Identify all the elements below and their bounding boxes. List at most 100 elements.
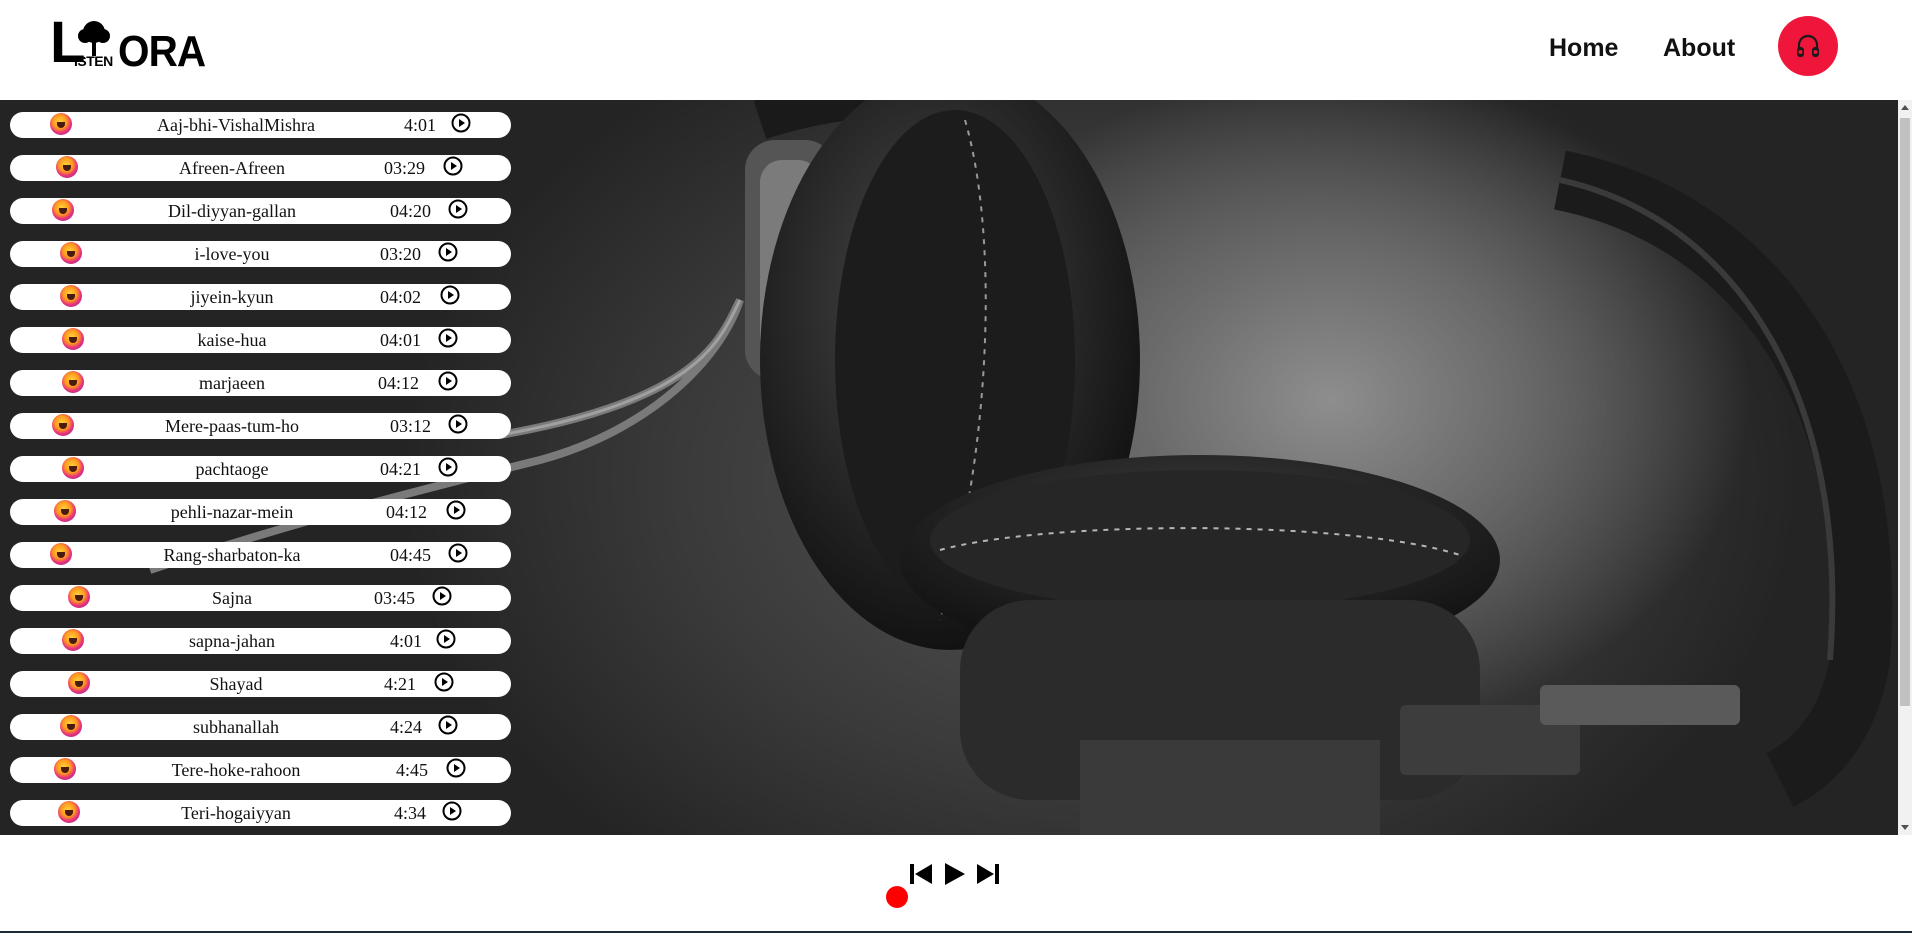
play-icon[interactable]: [941, 860, 967, 888]
playlist-item[interactable]: subhanallah 4:24: [10, 714, 511, 740]
scrollbar[interactable]: [1898, 100, 1912, 835]
song-cover-image: [54, 500, 76, 522]
listenora-logo[interactable]: L ISTEN ORA: [50, 14, 206, 76]
hero-section: Aaj-bhi-VishalMishra 4:01 Afreen-Afreen 03:…: [0, 100, 1898, 835]
song-duration: 04:12: [378, 373, 420, 393]
previous-track-icon[interactable]: [908, 860, 934, 888]
song-duration: 4:34: [394, 803, 427, 823]
playlist-item[interactable]: Teri-hogaiyyan 4:34: [10, 800, 511, 826]
playlist-item[interactable]: Shayad 4:21: [10, 671, 511, 697]
play-circle-icon[interactable]: [438, 328, 458, 348]
play-circle-icon[interactable]: [440, 285, 460, 305]
play-circle-icon[interactable]: [446, 758, 466, 778]
scroll-up-arrow-icon[interactable]: [1901, 105, 1909, 110]
headphones-icon: [1797, 34, 1819, 57]
song-duration: 04:02: [380, 287, 422, 307]
song-cover-image: [52, 199, 74, 221]
song-name: Dil-diyyan-gallan: [168, 201, 296, 221]
song-cover-image: [60, 285, 82, 307]
playlist-item[interactable]: Afreen-Afreen 03:29: [10, 155, 511, 181]
playlist-item[interactable]: Sajna 03:45: [10, 585, 511, 611]
logo-ora: ORA: [118, 27, 206, 76]
song-duration: 4:01: [390, 631, 423, 651]
nav-home-link[interactable]: Home: [1549, 32, 1618, 64]
play-circle-icon[interactable]: [432, 586, 452, 606]
song-name: Sajna: [212, 588, 252, 608]
song-cover-image: [58, 801, 80, 823]
next-track-icon[interactable]: [975, 860, 1001, 888]
play-circle-icon[interactable]: [443, 156, 463, 176]
song-duration: 04:20: [390, 201, 432, 221]
song-name: subhanallah: [193, 717, 279, 737]
song-name: Afreen-Afreen: [179, 158, 285, 178]
playlist-item[interactable]: Rang-sharbaton-ka 04:45: [10, 542, 511, 568]
song-cover-image: [62, 457, 84, 479]
play-circle-icon[interactable]: [434, 672, 454, 692]
play-circle-icon[interactable]: [438, 457, 458, 477]
song-name: i-love-you: [194, 244, 270, 264]
playlist-item[interactable]: Aaj-bhi-VishalMishra 4:01: [10, 112, 511, 138]
song-name: Teri-hogaiyyan: [181, 803, 291, 823]
song-cover-image: [62, 371, 84, 393]
song-name: sapna-jahan: [189, 631, 275, 651]
playlist-item[interactable]: Tere-hoke-rahoon 4:45: [10, 757, 511, 783]
playlist-item[interactable]: pehli-nazar-mein 04:12: [10, 499, 511, 525]
playlist-item[interactable]: kaise-hua 04:01: [10, 327, 511, 353]
song-cover-image: [68, 586, 90, 608]
song-duration: 04:45: [390, 545, 432, 565]
song-cover-image: [68, 672, 90, 694]
play-circle-icon[interactable]: [436, 629, 456, 649]
playlist-item[interactable]: pachtaoge 04:21: [10, 456, 511, 482]
scroll-thumb[interactable]: [1900, 118, 1910, 706]
playlist-item[interactable]: jiyein-kyun 04:02: [10, 284, 511, 310]
song-duration: 03:12: [390, 416, 432, 436]
play-circle-icon[interactable]: [448, 543, 468, 563]
song-name: kaise-hua: [197, 330, 267, 350]
nav-about-link[interactable]: About: [1663, 32, 1735, 64]
song-duration: 03:20: [380, 244, 422, 264]
avatar[interactable]: [1778, 16, 1838, 76]
song-duration: 04:12: [386, 502, 428, 522]
song-duration: 4:45: [396, 760, 429, 780]
play-circle-icon[interactable]: [448, 414, 468, 434]
song-name: Aaj-bhi-VishalMishra: [157, 115, 315, 135]
song-name: Mere-paas-tum-ho: [165, 416, 299, 436]
song-name: Tere-hoke-rahoon: [171, 760, 301, 780]
navbar: L ISTEN ORA Home About: [0, 0, 1912, 100]
song-duration: 03:45: [374, 588, 416, 608]
tree-icon: [78, 21, 110, 56]
song-name: pehli-nazar-mein: [170, 502, 294, 522]
play-circle-icon[interactable]: [438, 371, 458, 391]
song-name: Shayad: [209, 674, 263, 694]
song-duration: 4:01: [404, 115, 437, 135]
song-duration: 04:21: [380, 459, 422, 479]
song-cover-image: [52, 414, 74, 436]
play-circle-icon[interactable]: [438, 715, 458, 735]
song-duration: 4:21: [384, 674, 417, 694]
song-duration: 4:24: [390, 717, 423, 737]
song-name: jiyein-kyun: [190, 287, 274, 307]
play-circle-icon[interactable]: [446, 500, 466, 520]
song-cover-image: [54, 758, 76, 780]
playlist-item[interactable]: Mere-paas-tum-ho 03:12: [10, 413, 511, 439]
song-cover-image: [62, 629, 84, 651]
play-circle-icon[interactable]: [451, 113, 471, 133]
song-cover-image: [60, 242, 82, 264]
song-cover-image: [62, 328, 84, 350]
player-bar: [0, 835, 1912, 933]
play-circle-icon[interactable]: [442, 801, 462, 821]
play-circle-icon[interactable]: [438, 242, 458, 262]
song-name: marjaeen: [199, 373, 265, 393]
song-cover-image: [50, 113, 72, 135]
logo-isten: ISTEN: [74, 53, 113, 69]
song-cover-image: [60, 715, 82, 737]
playlist-item[interactable]: sapna-jahan 4:01: [10, 628, 511, 654]
play-circle-icon[interactable]: [448, 199, 468, 219]
playlist-item[interactable]: Dil-diyyan-gallan 04:20: [10, 198, 511, 224]
playlist-item[interactable]: i-love-you 03:20: [10, 241, 511, 267]
scroll-down-arrow-icon[interactable]: [1901, 825, 1909, 830]
progress-indicator[interactable]: [886, 886, 908, 908]
song-duration: 03:29: [384, 158, 426, 178]
playlist-item[interactable]: marjaeen 04:12: [10, 370, 511, 396]
song-duration: 04:01: [380, 330, 422, 350]
